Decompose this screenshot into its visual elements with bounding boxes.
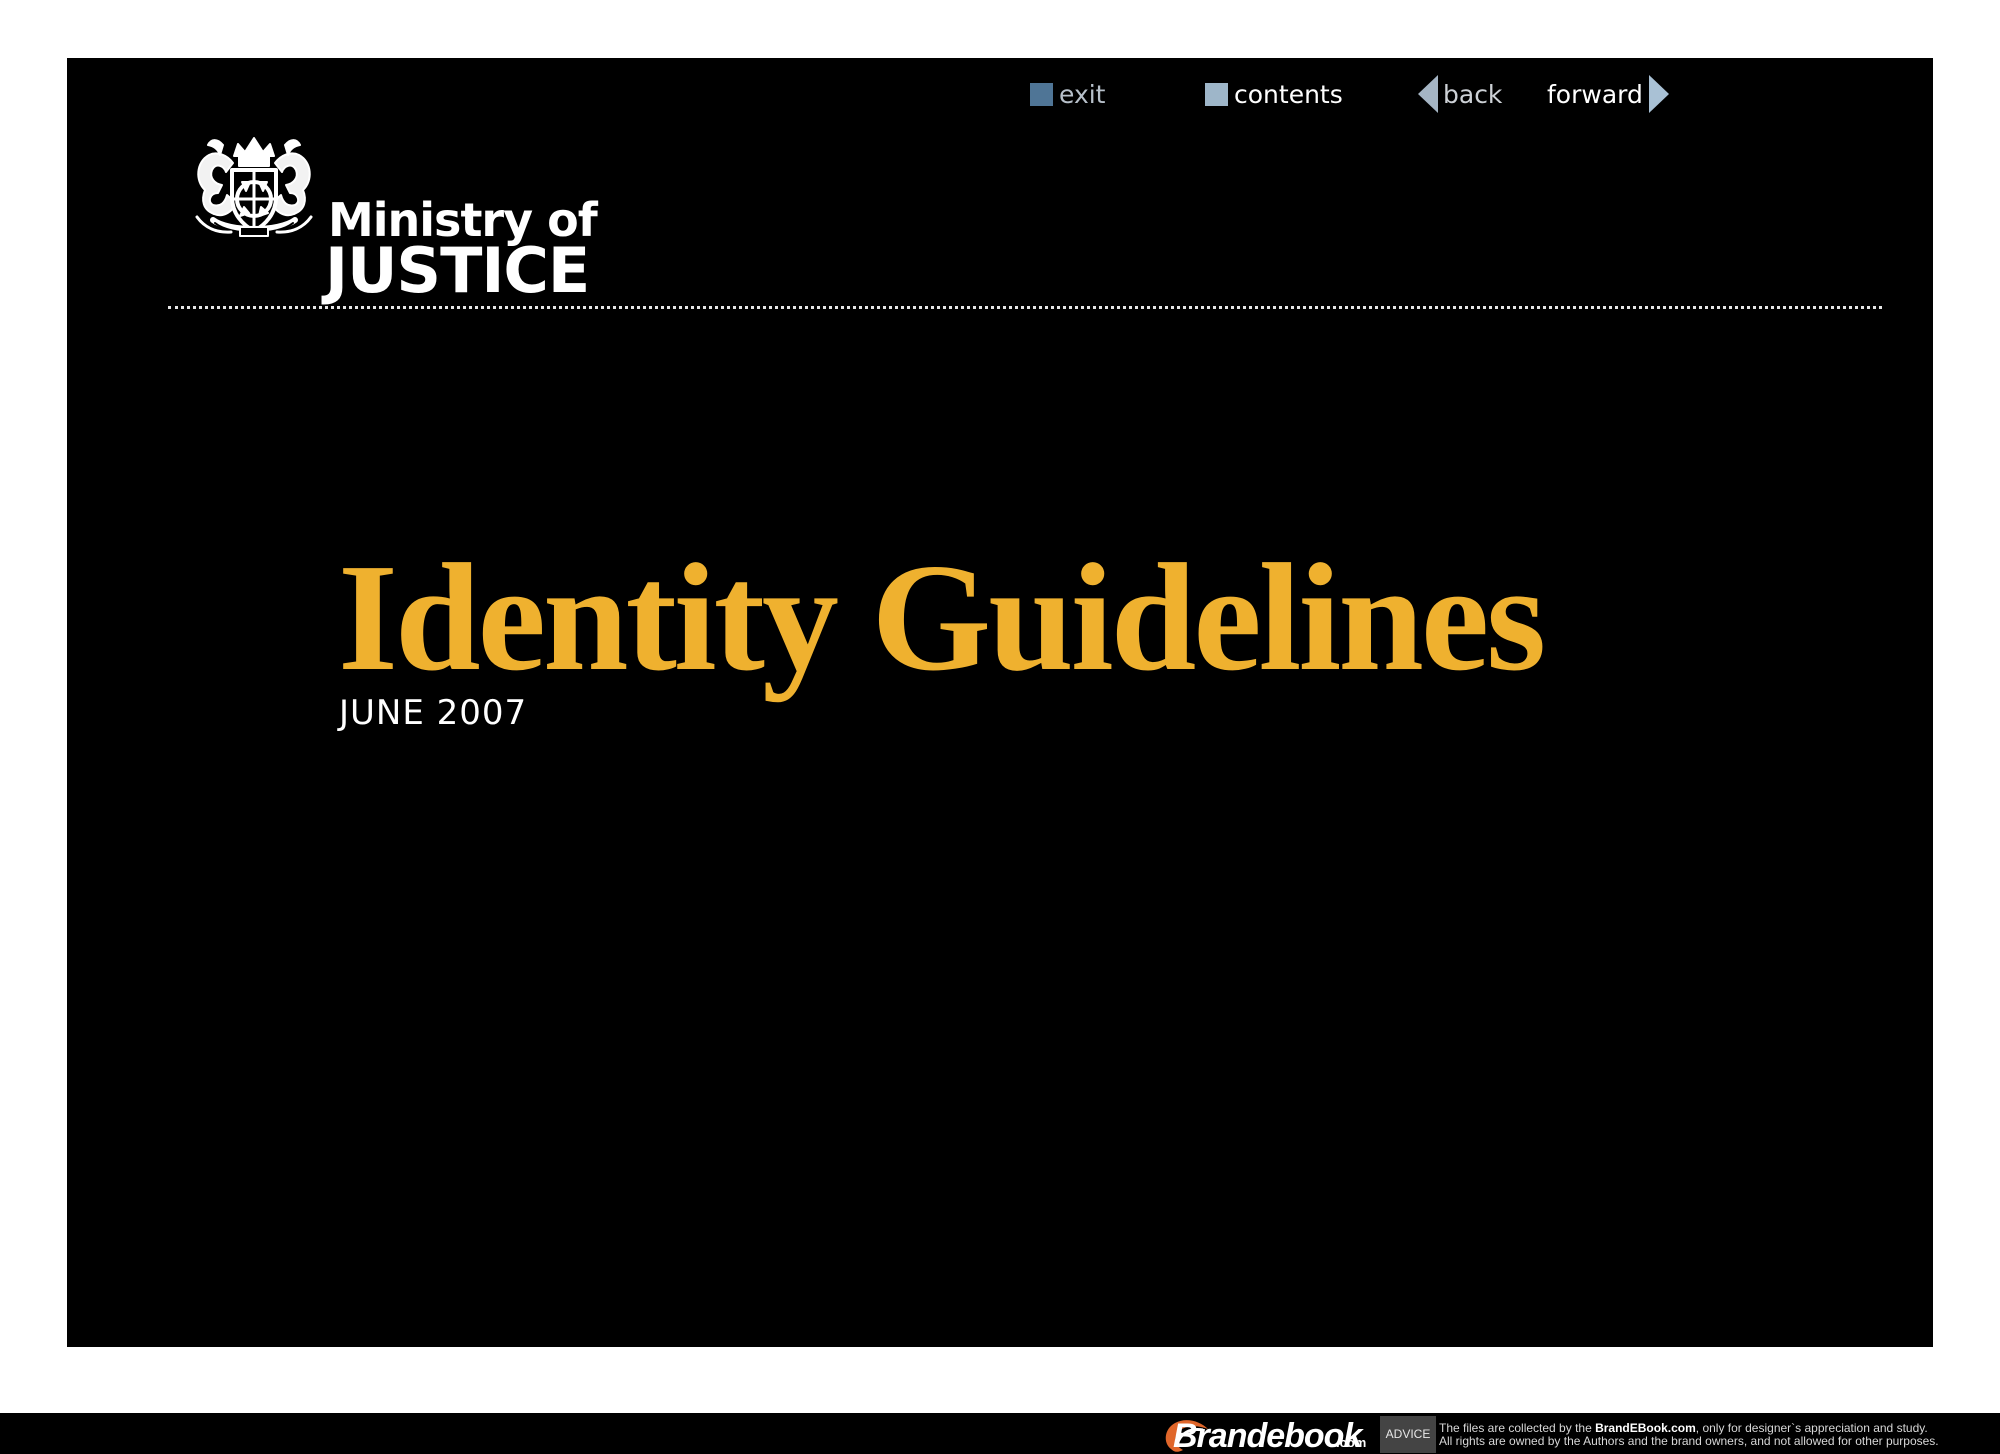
advice-label: ADVICE	[1380, 1416, 1436, 1453]
exit-button[interactable]: exit	[1030, 66, 1105, 122]
forward-label: forward	[1547, 79, 1643, 109]
back-button[interactable]: back	[1418, 66, 1502, 122]
back-arrow-icon	[1418, 75, 1438, 113]
exit-label: exit	[1059, 79, 1106, 109]
legal-notice: The files are collected by the BrandEBoo…	[1439, 1422, 2000, 1450]
ministry-wordmark: Ministry of JUSTICE	[325, 197, 598, 317]
royal-coat-of-arms-icon	[195, 137, 313, 237]
guideline-cover-page: exit contents back forward Ministry of J…	[67, 58, 1933, 1347]
screen: exit contents back forward Ministry of J…	[0, 0, 2000, 1454]
forward-button[interactable]: forward	[1547, 66, 1669, 122]
contents-button[interactable]: contents	[1205, 66, 1343, 122]
publication-date: JUNE 2007	[339, 693, 528, 733]
page-title: Identity Guidelines	[338, 533, 1546, 704]
brandebook-wordmark: Brandebook	[1173, 1417, 1362, 1454]
dotted-divider	[168, 306, 1882, 309]
contents-square-icon	[1205, 82, 1228, 106]
brandebook-logo[interactable]: Brandebook .com	[1159, 1415, 1374, 1454]
justice-label: JUSTICE	[325, 234, 590, 307]
document-navigation: exit contents back forward	[1030, 66, 1740, 122]
brandebook-footer: Brandebook .com ADVICE The files are col…	[0, 1413, 2000, 1454]
exit-square-icon	[1030, 82, 1053, 106]
back-label: back	[1443, 79, 1503, 109]
legal-line-2: All rights are owned by the Authors and …	[1439, 1434, 1939, 1448]
brandebook-domain: .com	[1336, 1435, 1367, 1450]
forward-arrow-icon	[1648, 75, 1669, 113]
contents-label: contents	[1234, 79, 1343, 109]
ministry-of-justice-logo: Ministry of JUSTICE	[189, 127, 598, 309]
